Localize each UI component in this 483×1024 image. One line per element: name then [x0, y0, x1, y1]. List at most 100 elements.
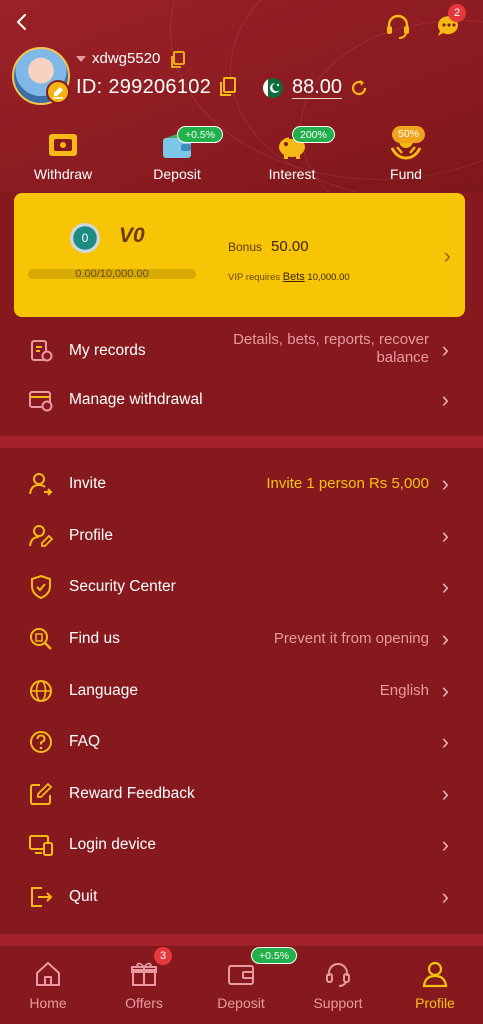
copy-icon	[171, 51, 185, 68]
language-label: Language	[69, 682, 138, 699]
withdraw-label: Withdraw	[33, 166, 93, 182]
tab-home[interactable]: Home	[0, 947, 96, 1024]
login-device-label: Login device	[69, 836, 157, 853]
language-value: English	[379, 682, 429, 699]
chevron-right-icon: ›	[441, 832, 449, 857]
fund-action[interactable]: Fund 50%	[366, 126, 446, 182]
ticket-icon	[46, 130, 80, 160]
faq-row[interactable]: FAQ ›	[0, 716, 483, 768]
search-building-icon	[28, 626, 54, 652]
copy-id-button[interactable]	[219, 77, 237, 97]
copy-icon	[220, 77, 236, 96]
messages-count-badge: 2	[448, 4, 466, 22]
question-circle-icon	[28, 729, 54, 755]
tab-profile[interactable]: Profile	[387, 947, 483, 1024]
interest-action[interactable]: Interest 200%	[252, 126, 335, 182]
vip-requires-text: VIP requires	[228, 272, 281, 283]
interest-badge: 200%	[292, 126, 335, 143]
vip-requires-amount: 10,000.00	[307, 272, 350, 283]
chevron-right-icon: ›	[441, 678, 449, 703]
logout-icon	[28, 884, 54, 910]
user-icon	[420, 959, 450, 989]
vip-requirement: VIP requires Bets 10,000.00	[228, 271, 350, 283]
home-icon	[33, 959, 63, 989]
wallet-icon	[226, 959, 256, 989]
pencil-icon	[53, 87, 63, 99]
section-divider	[0, 436, 483, 448]
refresh-balance-button[interactable]	[349, 78, 369, 98]
vip-level-coin: 0	[70, 223, 100, 253]
manage-withdrawal-label: Manage withdrawal	[69, 391, 203, 408]
support-button[interactable]	[384, 12, 412, 40]
chevron-left-icon	[17, 14, 26, 30]
deposit-label: Deposit	[153, 166, 201, 182]
chevron-right-icon: ›	[441, 884, 449, 909]
vip-card[interactable]: 0 V0 0.00/10,000.00 Bonus 50.00 VIP requ…	[14, 193, 465, 317]
find-us-row[interactable]: Find us Prevent it from opening ›	[0, 613, 483, 665]
reward-feedback-label: Reward Feedback	[69, 785, 195, 802]
quit-row[interactable]: Quit ›	[0, 871, 483, 923]
tab-profile-label: Profile	[415, 995, 455, 1011]
card-settings-icon	[28, 387, 54, 413]
records-icon	[28, 338, 54, 364]
security-center-label: Security Center	[69, 578, 176, 595]
profile-row[interactable]: Profile ›	[0, 510, 483, 562]
user-edit-icon	[28, 523, 54, 549]
globe-icon	[28, 678, 54, 704]
copy-username-button[interactable]	[170, 51, 186, 69]
bonus-label: Bonus	[228, 240, 263, 254]
vip-level: V0	[119, 224, 145, 247]
tab-deposit-label: Deposit	[217, 995, 265, 1011]
wallet-balance: 88.00	[292, 76, 343, 99]
chevron-right-icon: ›	[441, 626, 449, 651]
invite-label: Invite	[69, 475, 107, 492]
security-center-row[interactable]: Security Center ›	[0, 561, 483, 613]
login-device-row[interactable]: Login device ›	[0, 819, 483, 871]
back-button[interactable]	[10, 10, 34, 34]
headset-icon	[323, 959, 353, 989]
tab-offers-label: Offers	[125, 995, 163, 1011]
deposit-action[interactable]: Deposit +0.5%	[137, 126, 224, 182]
vip-progress-text: 0.00/10,000.00	[75, 268, 149, 280]
tab-home-label: Home	[29, 995, 67, 1011]
invite-reward: Invite 1 person Rs 5,000	[266, 475, 429, 492]
chevron-right-icon: ›	[441, 523, 449, 548]
edit-avatar-button[interactable]	[46, 80, 70, 104]
withdraw-action[interactable]: Withdraw	[23, 130, 103, 182]
my-records-description-line2: balance	[376, 349, 429, 366]
find-us-hint: Prevent it from opening	[273, 630, 429, 647]
chevron-right-icon: ›	[441, 729, 449, 754]
my-records-description-line1: Details, bets, reports, recover	[233, 331, 429, 348]
user-id: ID: 299206102	[76, 76, 212, 98]
shield-check-icon	[28, 574, 54, 600]
bottom-tab-bar: Home Offers 3 Deposit +0.5% Support Prof…	[0, 946, 483, 1024]
tab-support[interactable]: Support	[290, 947, 386, 1024]
chevron-right-icon: ›	[441, 781, 449, 806]
tab-offers[interactable]: Offers 3	[96, 947, 192, 1024]
my-records-description: Details, bets, reports, recover balance	[233, 331, 429, 367]
offers-count-badge: 3	[154, 947, 172, 965]
invite-row[interactable]: Invite Invite 1 person Rs 5,000 ›	[0, 458, 483, 510]
my-records-row[interactable]: My records Details, bets, reports, recov…	[0, 323, 483, 379]
headset-icon	[387, 14, 409, 39]
bets-link[interactable]: Bets	[283, 271, 305, 283]
reward-feedback-row[interactable]: Reward Feedback ›	[0, 768, 483, 820]
username: xdwg5520	[92, 50, 161, 67]
faq-label: FAQ	[69, 733, 101, 750]
tab-deposit[interactable]: Deposit +0.5%	[193, 947, 298, 1024]
profile-label: Profile	[69, 527, 113, 544]
fund-badge: 50%	[392, 126, 426, 143]
my-records-label: My records	[69, 342, 146, 359]
quit-label: Quit	[69, 888, 98, 905]
section-divider	[0, 934, 483, 946]
messages-button[interactable]: 2	[434, 4, 466, 40]
tab-support-label: Support	[313, 995, 363, 1011]
bonus-value: 50.00	[271, 238, 309, 255]
manage-withdrawal-row[interactable]: Manage withdrawal ›	[0, 374, 483, 426]
fund-label: Fund	[390, 166, 422, 182]
gift-icon	[129, 959, 159, 989]
chevron-right-icon: ›	[441, 337, 449, 362]
chevron-right-icon: ›	[441, 387, 449, 412]
pakistan-flag-icon	[263, 78, 283, 98]
language-row[interactable]: Language English ›	[0, 665, 483, 717]
